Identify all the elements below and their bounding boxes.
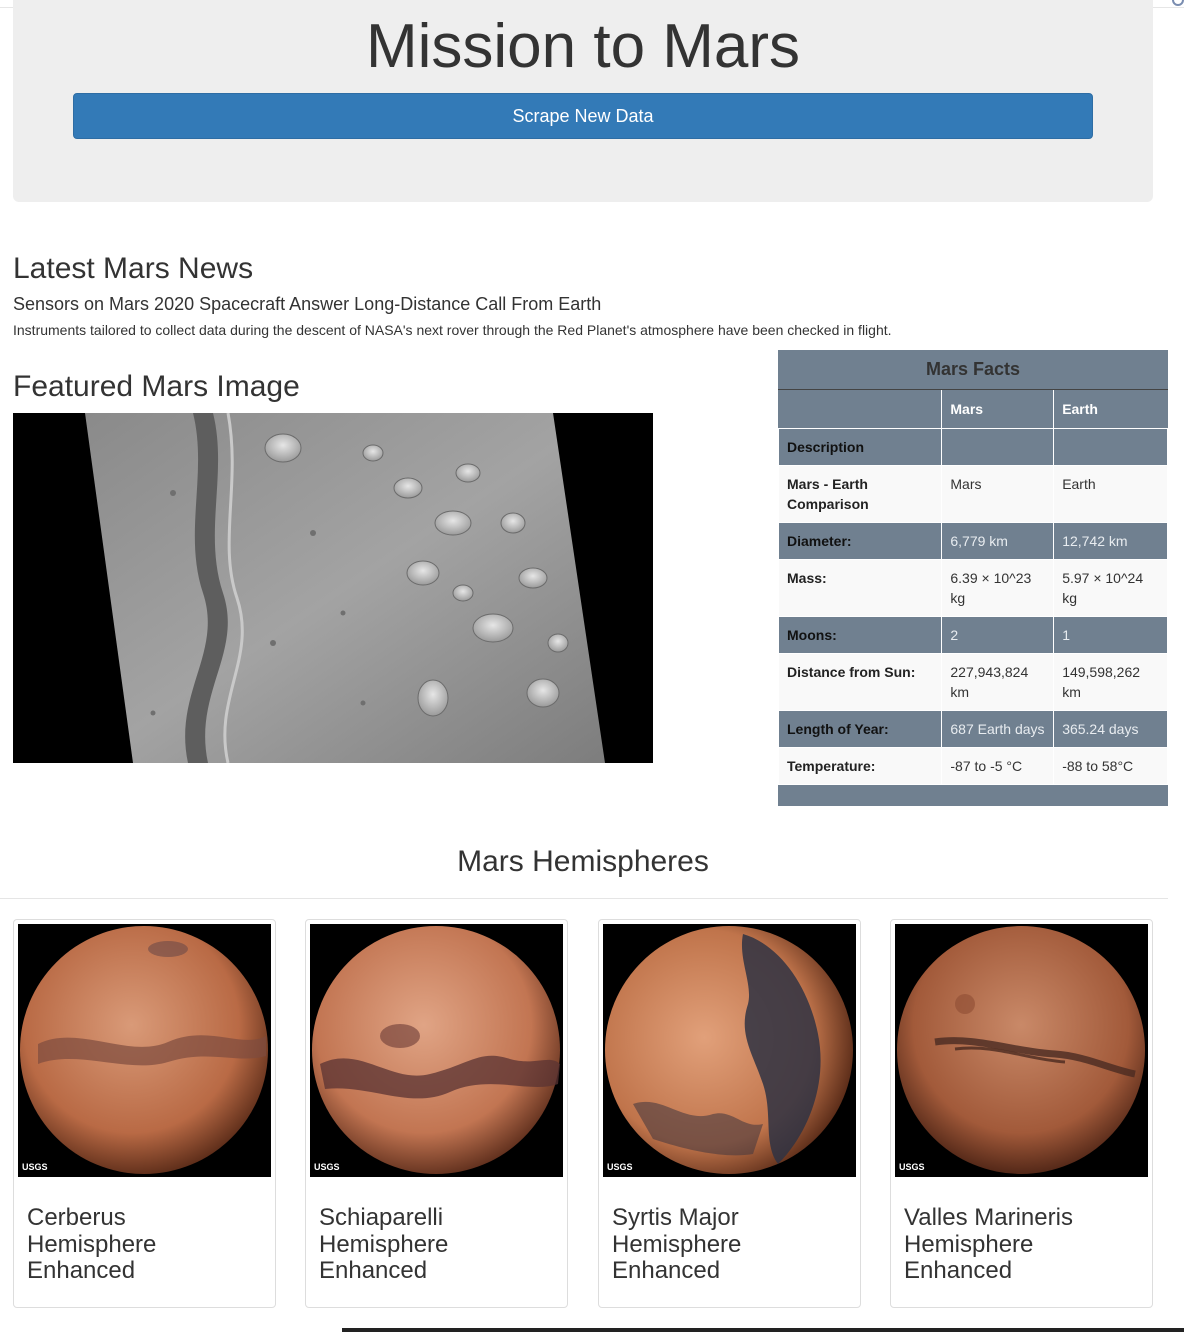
page-title: Mission to Mars [365,12,801,81]
news-title: Sensors on Mars 2020 Spacecraft Answer L… [13,294,602,314]
facts-earth-value: -88 to 58°C [1053,746,1168,785]
hemisphere-card-schiaparelli[interactable]: USGS Schiaparelli Hemisphere Enhanced [305,919,568,1308]
featured-mars-image[interactable] [13,413,653,763]
facts-label: Mars - Earth Comparison [777,464,943,523]
facts-earth-value: 149,598,262 km [1053,652,1168,711]
hemisphere-title[interactable]: Valles Marineris Hemisphere Enhanced [904,1204,1134,1285]
hemisphere-card-valles-marineris[interactable]: USGS Valles Marineris Hemisphere Enhance… [890,919,1153,1308]
usgs-watermark: USGS [607,1162,633,1172]
hemisphere-card-syrtis-major[interactable]: USGS Syrtis Major Hemisphere Enhanced [598,919,861,1308]
facts-label: Moons: [777,615,943,654]
facts-header-earth: Earth [1062,400,1098,417]
facts-mars-value: 687 Earth days [941,709,1055,748]
hemisphere-title[interactable]: Syrtis Major Hemisphere Enhanced [612,1204,842,1285]
facts-mars-value [941,427,1055,466]
facts-mars-value: -87 to -5 °C [941,746,1055,785]
facts-mars-value: 6.39 × 10^23 kg [941,558,1055,617]
usgs-watermark: USGS [314,1162,340,1172]
facts-earth-value: 1 [1053,615,1168,654]
facts-earth-value [1053,427,1168,466]
jumbotron: Mission to Mars Scrape New Data [13,0,1153,202]
table-row: Mass: 6.39 × 10^23 kg 5.97 × 10^24 kg [777,558,1168,617]
facts-label: Description [777,427,943,466]
table-row: Distance from Sun: 227,943,824 km 149,59… [777,652,1168,711]
table-row: Length of Year: 687 Earth days 365.24 da… [777,709,1168,748]
facts-earth-value: 12,742 km [1053,521,1168,560]
usgs-watermark: USGS [899,1162,925,1172]
table-row: Temperature: -87 to -5 °C -88 to 58°C [777,746,1168,785]
scrape-new-data-button[interactable]: Scrape New Data [73,93,1093,139]
facts-label: Temperature: [777,746,943,785]
facts-label: Diameter: [777,521,943,560]
profile-icon[interactable] [1172,0,1184,6]
usgs-watermark: USGS [22,1162,48,1172]
facts-label: Length of Year: [777,709,943,748]
mars-facts-table: Mars Facts Mars Earth Description Mars -… [777,350,1168,806]
window-bottom-edge [342,1328,1184,1332]
hemisphere-title[interactable]: Schiaparelli Hemisphere Enhanced [319,1204,549,1285]
facts-label: Distance from Sun: [777,652,943,711]
facts-header-row: Mars Earth [778,390,1168,428]
hemispheres-heading: Mars Hemispheres [457,845,709,878]
facts-earth-value: Earth [1053,464,1168,523]
facts-header-mars: Mars [941,390,1055,428]
facts-earth-value: 5.97 × 10^24 kg [1053,558,1168,617]
table-row: Diameter: 6,779 km 12,742 km [777,521,1168,560]
facts-mars-value: 2 [941,615,1055,654]
hemisphere-image[interactable]: USGS [310,924,563,1177]
facts-mars-value: 227,943,824 km [941,652,1055,711]
news-heading: Latest Mars News [13,252,254,285]
facts-caption: Mars Facts [778,350,1168,390]
hemisphere-card-cerberus[interactable]: USGS Cerberus Hemisphere Enhanced [13,919,276,1308]
facts-label: Mass: [777,558,943,617]
divider [0,898,1168,899]
hemisphere-title[interactable]: Cerberus Hemisphere Enhanced [27,1204,257,1285]
hemisphere-image[interactable]: USGS [895,924,1148,1177]
hemisphere-image[interactable]: USGS [18,924,271,1177]
table-row: Mars - Earth Comparison Mars Earth [777,464,1168,523]
table-row: Moons: 2 1 [777,615,1168,654]
facts-mars-value: Mars [941,464,1055,523]
facts-mars-value: 6,779 km [941,521,1055,560]
news-paragraph: Instruments tailored to collect data dur… [13,322,892,338]
facts-header-blank [778,390,943,428]
table-row: Description [777,427,1168,466]
featured-heading: Featured Mars Image [13,370,300,403]
hemisphere-image[interactable]: USGS [603,924,856,1177]
facts-earth-value: 365.24 days [1053,709,1168,748]
